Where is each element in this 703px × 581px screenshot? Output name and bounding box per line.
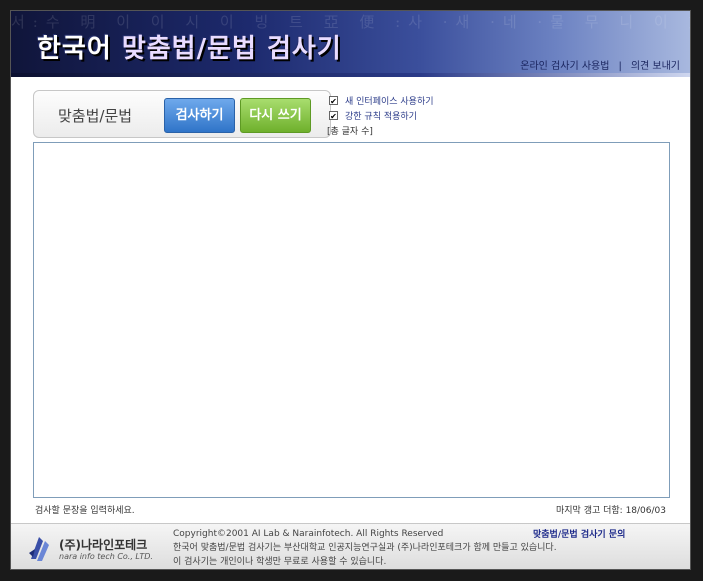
footer-text: Copyright©2001 AI Lab & Narainfotech. Al…: [173, 527, 557, 569]
footer: (주)나라인포테크 nara info tech Co., LTD. Copyr…: [11, 523, 690, 569]
logo-subtitle: nara info tech Co., LTD.: [59, 552, 153, 561]
options-list: ✔ 새 인터페이스 사용하기 ✔ 강한 규칙 적용하기: [329, 93, 434, 123]
text-input[interactable]: [33, 142, 670, 498]
logo-name: (주)나라인포테크: [59, 538, 148, 552]
new-interface-checkbox[interactable]: ✔: [329, 96, 338, 106]
new-interface-label[interactable]: 새 인터페이스 사용하기: [345, 94, 434, 107]
header-divider: [11, 73, 690, 77]
last-update: 마지막 갱고 더함: 18/06/03: [556, 506, 666, 516]
page-title: 한국어 맞춤법/문법 검사기: [37, 28, 342, 65]
control-panel: 맞춤법/문법 검사하기 다시 쓰기: [33, 90, 331, 138]
copyright: Copyright©2001 AI Lab & Narainfotech. Al…: [173, 529, 444, 539]
title-language: 한국어: [37, 34, 112, 64]
footer-line-3: 이 검사기는 개인이나 학생만 무료로 사용할 수 있습니다.: [173, 557, 387, 567]
link-separator: |: [618, 61, 622, 72]
feedback-link[interactable]: 의견 보내기: [631, 61, 680, 72]
option-strict-rules[interactable]: ✔ 강한 규칙 적용하기: [329, 108, 434, 123]
option-new-interface[interactable]: ✔ 새 인터페이스 사용하기: [329, 93, 434, 108]
header-links: 온라인 검사기 사용법 | 의견 보내기: [520, 57, 680, 72]
nara-logo-icon: [29, 537, 49, 561]
footer-line-2: 한국어 맞춤법/문법 검사기는 부산대학교 인공지능연구실과 (주)나라인포테크…: [173, 543, 557, 553]
inquiry-link[interactable]: 맞춤법/문법 검사기 문의: [533, 527, 625, 540]
input-hint: 검사할 문장을 입력하세요.: [35, 506, 135, 516]
strict-rules-checkbox[interactable]: ✔: [329, 111, 338, 121]
reset-button[interactable]: 다시 쓰기: [240, 98, 311, 133]
char-count: [총 글자 수]: [327, 127, 373, 137]
title-name: 맞춤법/문법 검사기: [121, 34, 342, 64]
strict-rules-label[interactable]: 강한 규칙 적용하기: [345, 109, 417, 122]
usage-link[interactable]: 온라인 검사기 사용법: [520, 61, 609, 72]
app-window: 서:수 明 이 이 시 이 빙 트 亞 便 :사 ·새 ·네 ·물 무 니 이 …: [10, 10, 691, 570]
check-button[interactable]: 검사하기: [164, 98, 235, 133]
header-banner: 서:수 明 이 이 시 이 빙 트 亞 便 :사 ·새 ·네 ·물 무 니 이 …: [11, 11, 690, 77]
company-logo: (주)나라인포테크 nara info tech Co., LTD.: [27, 531, 157, 565]
mode-label: 맞춤법/문법: [58, 107, 133, 125]
